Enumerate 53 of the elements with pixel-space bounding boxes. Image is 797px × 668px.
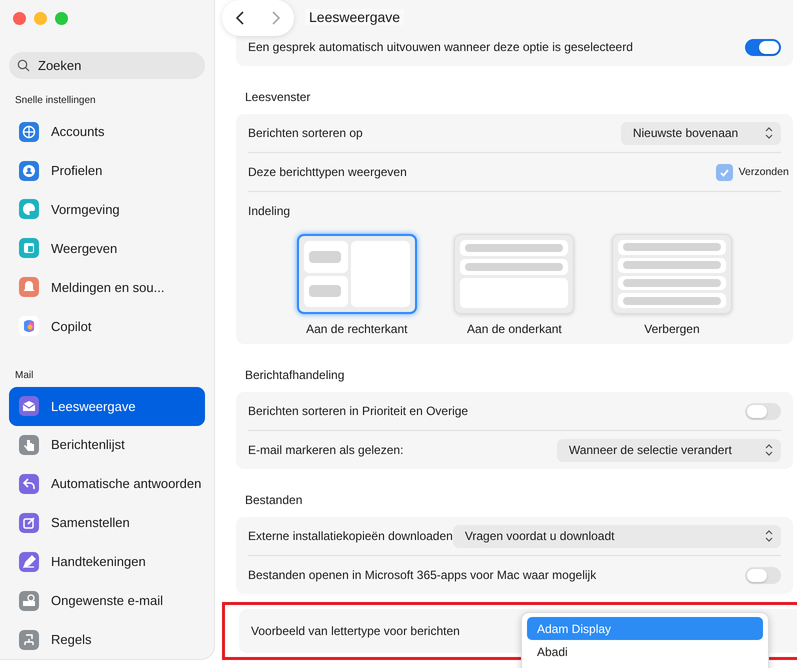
setting-label: Deze berichttypen weergeven <box>248 165 407 179</box>
sidebar-item[interactable]: Berichtenlijst <box>9 426 205 464</box>
setting-label: Voorbeeld van lettertype voor berichten <box>251 624 460 638</box>
window-title: Leesweergave <box>305 9 404 25</box>
sidebar-item[interactable]: Weergeven <box>9 228 205 268</box>
checkmark-icon <box>718 166 730 178</box>
zoom-button[interactable] <box>55 12 68 25</box>
sidebar-item[interactable]: Meldingen en sou... <box>9 268 205 307</box>
up-down-chevron-icon <box>764 530 773 542</box>
sidebar-item[interactable]: Automatische antwoorden <box>9 464 205 504</box>
setting-label: Bestanden openen in Microsoft 365-apps voor Mac waar mogelijk <box>248 568 596 582</box>
toggle-switch[interactable] <box>744 402 781 420</box>
setting-label: Berichten sorteren op <box>248 126 363 140</box>
up-down-chevron-icon <box>764 127 773 139</box>
menu-item[interactable]: Abadi <box>527 640 763 663</box>
sidebar-item[interactable]: Ongewenste e-mail <box>9 581 205 620</box>
sidebar-item[interactable]: Profielen <box>9 151 205 190</box>
section-heading: Bestanden <box>245 493 304 507</box>
minimize-button[interactable] <box>34 12 47 25</box>
sidebar-item[interactable]: Vormgeving <box>9 190 205 229</box>
chevron-left-icon <box>234 10 246 26</box>
sidebar-item[interactable]: Accounts <box>9 112 205 152</box>
setting-label: Externe installatiekopieën downloaden <box>248 529 453 543</box>
up-down-chevron-icon <box>764 444 773 456</box>
layout-label: Aan de rechterkant <box>306 322 408 336</box>
checkbox[interactable] <box>716 164 733 180</box>
dropdown[interactable]: Wanneer de selectie verandert <box>556 438 781 462</box>
search-field[interactable]: Zoeken <box>9 52 205 80</box>
setting-label: Berichten sorteren in Prioriteit en Overige <box>248 404 468 418</box>
toggle-switch[interactable] <box>744 566 781 584</box>
chevron-right-icon <box>270 10 282 26</box>
setting-label: Een gesprek automatisch uitvouwen wanneer deze optie is geselecteerd <box>248 40 633 54</box>
close-button[interactable] <box>13 12 26 25</box>
layout-label: Aan de onderkant <box>467 322 562 336</box>
sidebar-item[interactable]: Leesweergave <box>9 386 205 426</box>
setting-label: Indeling <box>248 204 290 218</box>
sidebar-item[interactable]: Copilot <box>9 306 205 346</box>
sidebar-item[interactable]: Regels <box>9 620 205 659</box>
sidebar-item[interactable]: Handtekeningen <box>9 542 205 582</box>
checkbox-label: Verzonden <box>738 166 789 178</box>
section-heading: Berichtafhandeling <box>245 368 346 382</box>
search-input[interactable]: Zoeken <box>36 56 180 74</box>
section-heading: Leesvenster <box>245 90 312 104</box>
sidebar-item[interactable]: Samenstellen <box>9 503 205 542</box>
search-icon <box>17 58 30 72</box>
section-title: Snelle instellingen <box>15 95 97 106</box>
setting-label: E-mail markeren als gelezen: <box>248 443 404 457</box>
dropdown[interactable]: Vragen voordat u downloadt <box>452 524 781 548</box>
layout-label: Verbergen <box>644 322 700 336</box>
layout-thumbnail[interactable] <box>296 234 417 314</box>
dropdown[interactable]: Nieuwste bovenaan <box>620 122 781 144</box>
toggle-switch[interactable] <box>744 38 781 56</box>
section-title: Mail <box>15 370 34 381</box>
